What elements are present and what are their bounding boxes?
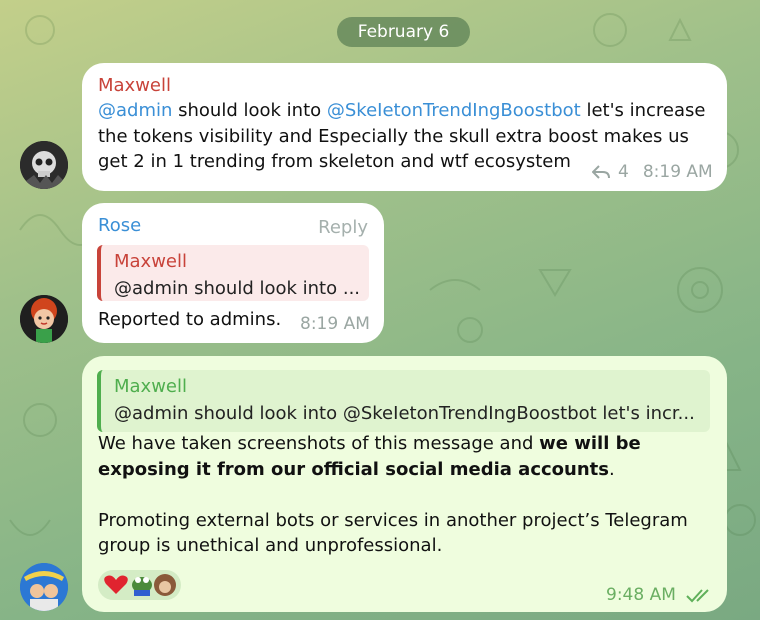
avatar-maxwell[interactable]	[20, 141, 68, 189]
quoted-text: @admin should look into ...	[114, 278, 361, 299]
message-text: We have taken screenshots of this messag…	[98, 431, 718, 559]
message-time: 8:19 AM	[642, 162, 713, 182]
date-separator: February 6	[337, 17, 470, 47]
sender-name[interactable]: Maxwell	[98, 75, 727, 96]
bot-mention-link[interactable]: @SkeIetonTrendIngBoostbot	[327, 100, 581, 121]
reaction-icons[interactable]	[98, 570, 181, 600]
avatar-group-admin[interactable]	[20, 563, 68, 611]
quoted-message[interactable]: Maxwell @admin should look into ...	[97, 245, 369, 301]
monkey-sticker-icon	[154, 574, 176, 596]
quoted-message[interactable]: Maxwell @admin should look into @SkeIeto…	[97, 370, 710, 432]
message-bubble-rose[interactable]: Rose Reply Maxwell @admin should look in…	[82, 203, 384, 343]
text-fragment: should look into	[172, 100, 327, 121]
message-time: 9:48 AM	[606, 585, 676, 605]
quoted-sender: Maxwell	[114, 376, 188, 397]
text-fragment: .	[608, 458, 615, 480]
quoted-sender: Maxwell	[114, 251, 188, 272]
message-meta: 9:48 AM	[606, 585, 714, 605]
message-bubble-maxwell[interactable]: Maxwell @admin should look into @SkeIeto…	[82, 63, 727, 191]
admin-mention-link[interactable]: @admin	[98, 100, 172, 121]
message-meta: 4 8:19 AM	[592, 162, 713, 182]
cartoon-avatar-image	[20, 563, 68, 611]
bold-text: we will be	[539, 433, 641, 454]
text-fragment: let's increase	[580, 100, 706, 121]
skull-avatar-image	[20, 141, 68, 189]
double-check-read-icon	[686, 589, 709, 603]
bold-text: exposing it from our official social med…	[98, 458, 609, 480]
reply-arrow-icon[interactable]	[592, 165, 610, 179]
quoted-text: @admin should look into @SkeIetonTrendIn…	[114, 403, 695, 424]
text-fragment: We have taken screenshots of this messag…	[98, 433, 540, 454]
message-text: Reported to admins.	[98, 309, 282, 330]
message-time: 8:19 AM	[300, 314, 370, 334]
reactions-bar[interactable]	[98, 570, 181, 600]
avatar-rose[interactable]	[20, 295, 68, 343]
text-line: the tokens visibility and Especially the…	[98, 125, 689, 147]
reply-count[interactable]: 4	[618, 162, 629, 182]
text-line: get 2 in 1 trending from skeleton and wt…	[98, 151, 571, 172]
reply-link[interactable]: Reply	[318, 217, 368, 238]
text-line: group is unethical and unprofessional.	[98, 535, 443, 556]
text-line: Promoting external bots or services in a…	[98, 509, 688, 531]
frog-sticker-icon	[132, 577, 152, 596]
heart-icon	[104, 575, 128, 594]
rose-avatar-image	[20, 295, 68, 343]
